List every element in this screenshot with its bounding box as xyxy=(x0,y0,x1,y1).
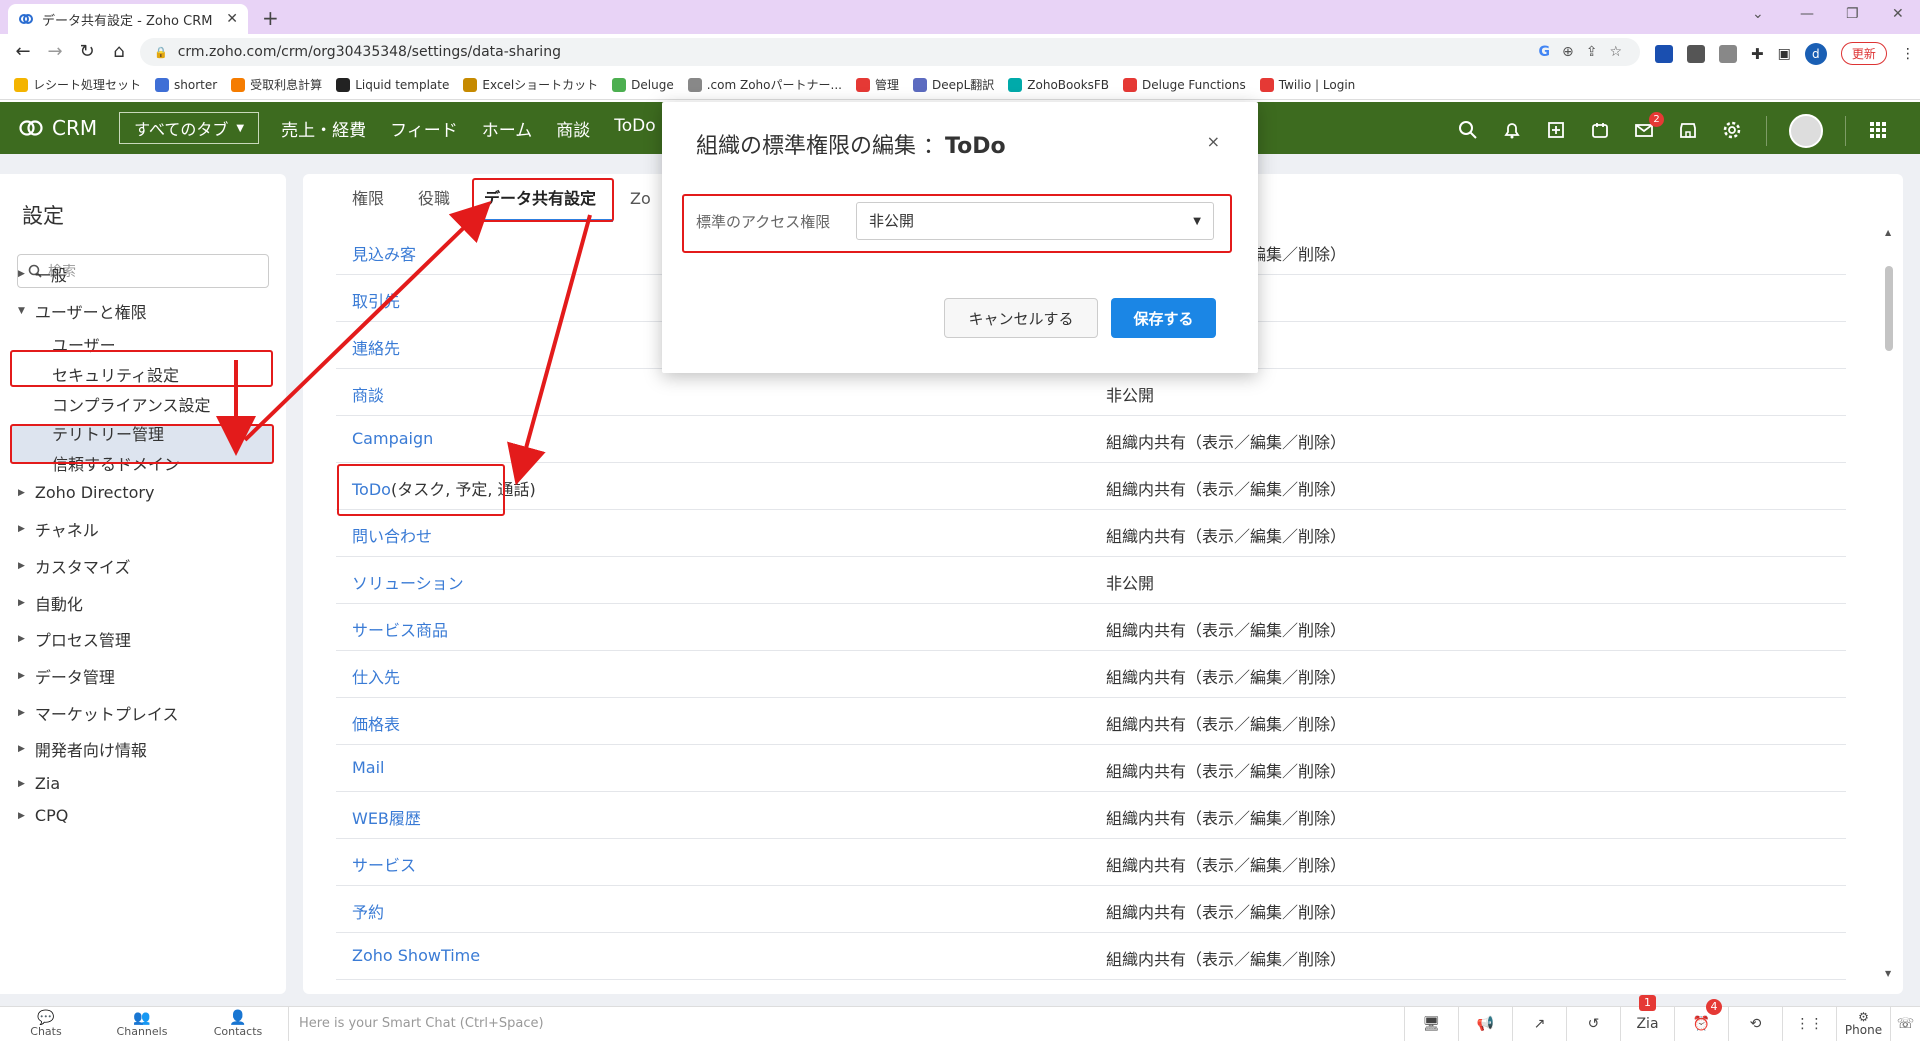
phone-label: Phone xyxy=(1844,1023,1883,1037)
dialpad-icon[interactable]: ⋮⋮ xyxy=(1782,1007,1836,1041)
bottom-chats-button[interactable]: 💬 Chats xyxy=(16,1011,76,1038)
bottom-channels-button[interactable]: 👥 Channels xyxy=(112,1011,172,1038)
history-icon[interactable]: ⟲ xyxy=(1728,1007,1782,1041)
help-icon[interactable]: ☏ xyxy=(1890,1007,1920,1041)
activity-icon[interactable]: ↗ xyxy=(1512,1007,1566,1041)
bottom-contacts-button[interactable]: 👤 Contacts xyxy=(208,1011,268,1038)
chats-icon: 💬 xyxy=(37,1010,55,1026)
phone-gear-icon: ⚙ xyxy=(1858,1010,1869,1024)
notification-badge: 1 xyxy=(1639,995,1656,1011)
bottom-item-label: Contacts xyxy=(213,1025,263,1038)
announcement-icon[interactable]: 📢 xyxy=(1458,1007,1512,1041)
alarm-icon[interactable]: ⏰ 4 xyxy=(1674,999,1728,1041)
bottom-item-label: Channels xyxy=(116,1025,168,1038)
contacts-icon: 👤 xyxy=(229,1010,247,1026)
annotation-arrows xyxy=(216,200,592,486)
phone-button[interactable]: ⚙ Phone xyxy=(1836,1007,1890,1041)
screen-share-icon[interactable]: 🖥 xyxy=(1404,1007,1458,1041)
smart-chat-input[interactable]: Here is your Smart Chat (Ctrl+Space) xyxy=(288,1007,544,1041)
notification-badge: 4 xyxy=(1706,999,1722,1015)
zia-icon[interactable]: Zia 1 xyxy=(1620,995,1674,1041)
bottom-item-label: Chats xyxy=(30,1025,62,1038)
arrow-to-data-sharing-tab xyxy=(243,200,492,442)
channels-icon: 👥 xyxy=(133,1010,151,1026)
refresh-icon[interactable]: ↺ xyxy=(1566,1007,1620,1041)
arrow-to-todo-row xyxy=(507,214,592,486)
bottom-bar: 💬 Chats 👥 Channels 👤 Contacts Here is your Sm… xyxy=(0,995,1920,1041)
